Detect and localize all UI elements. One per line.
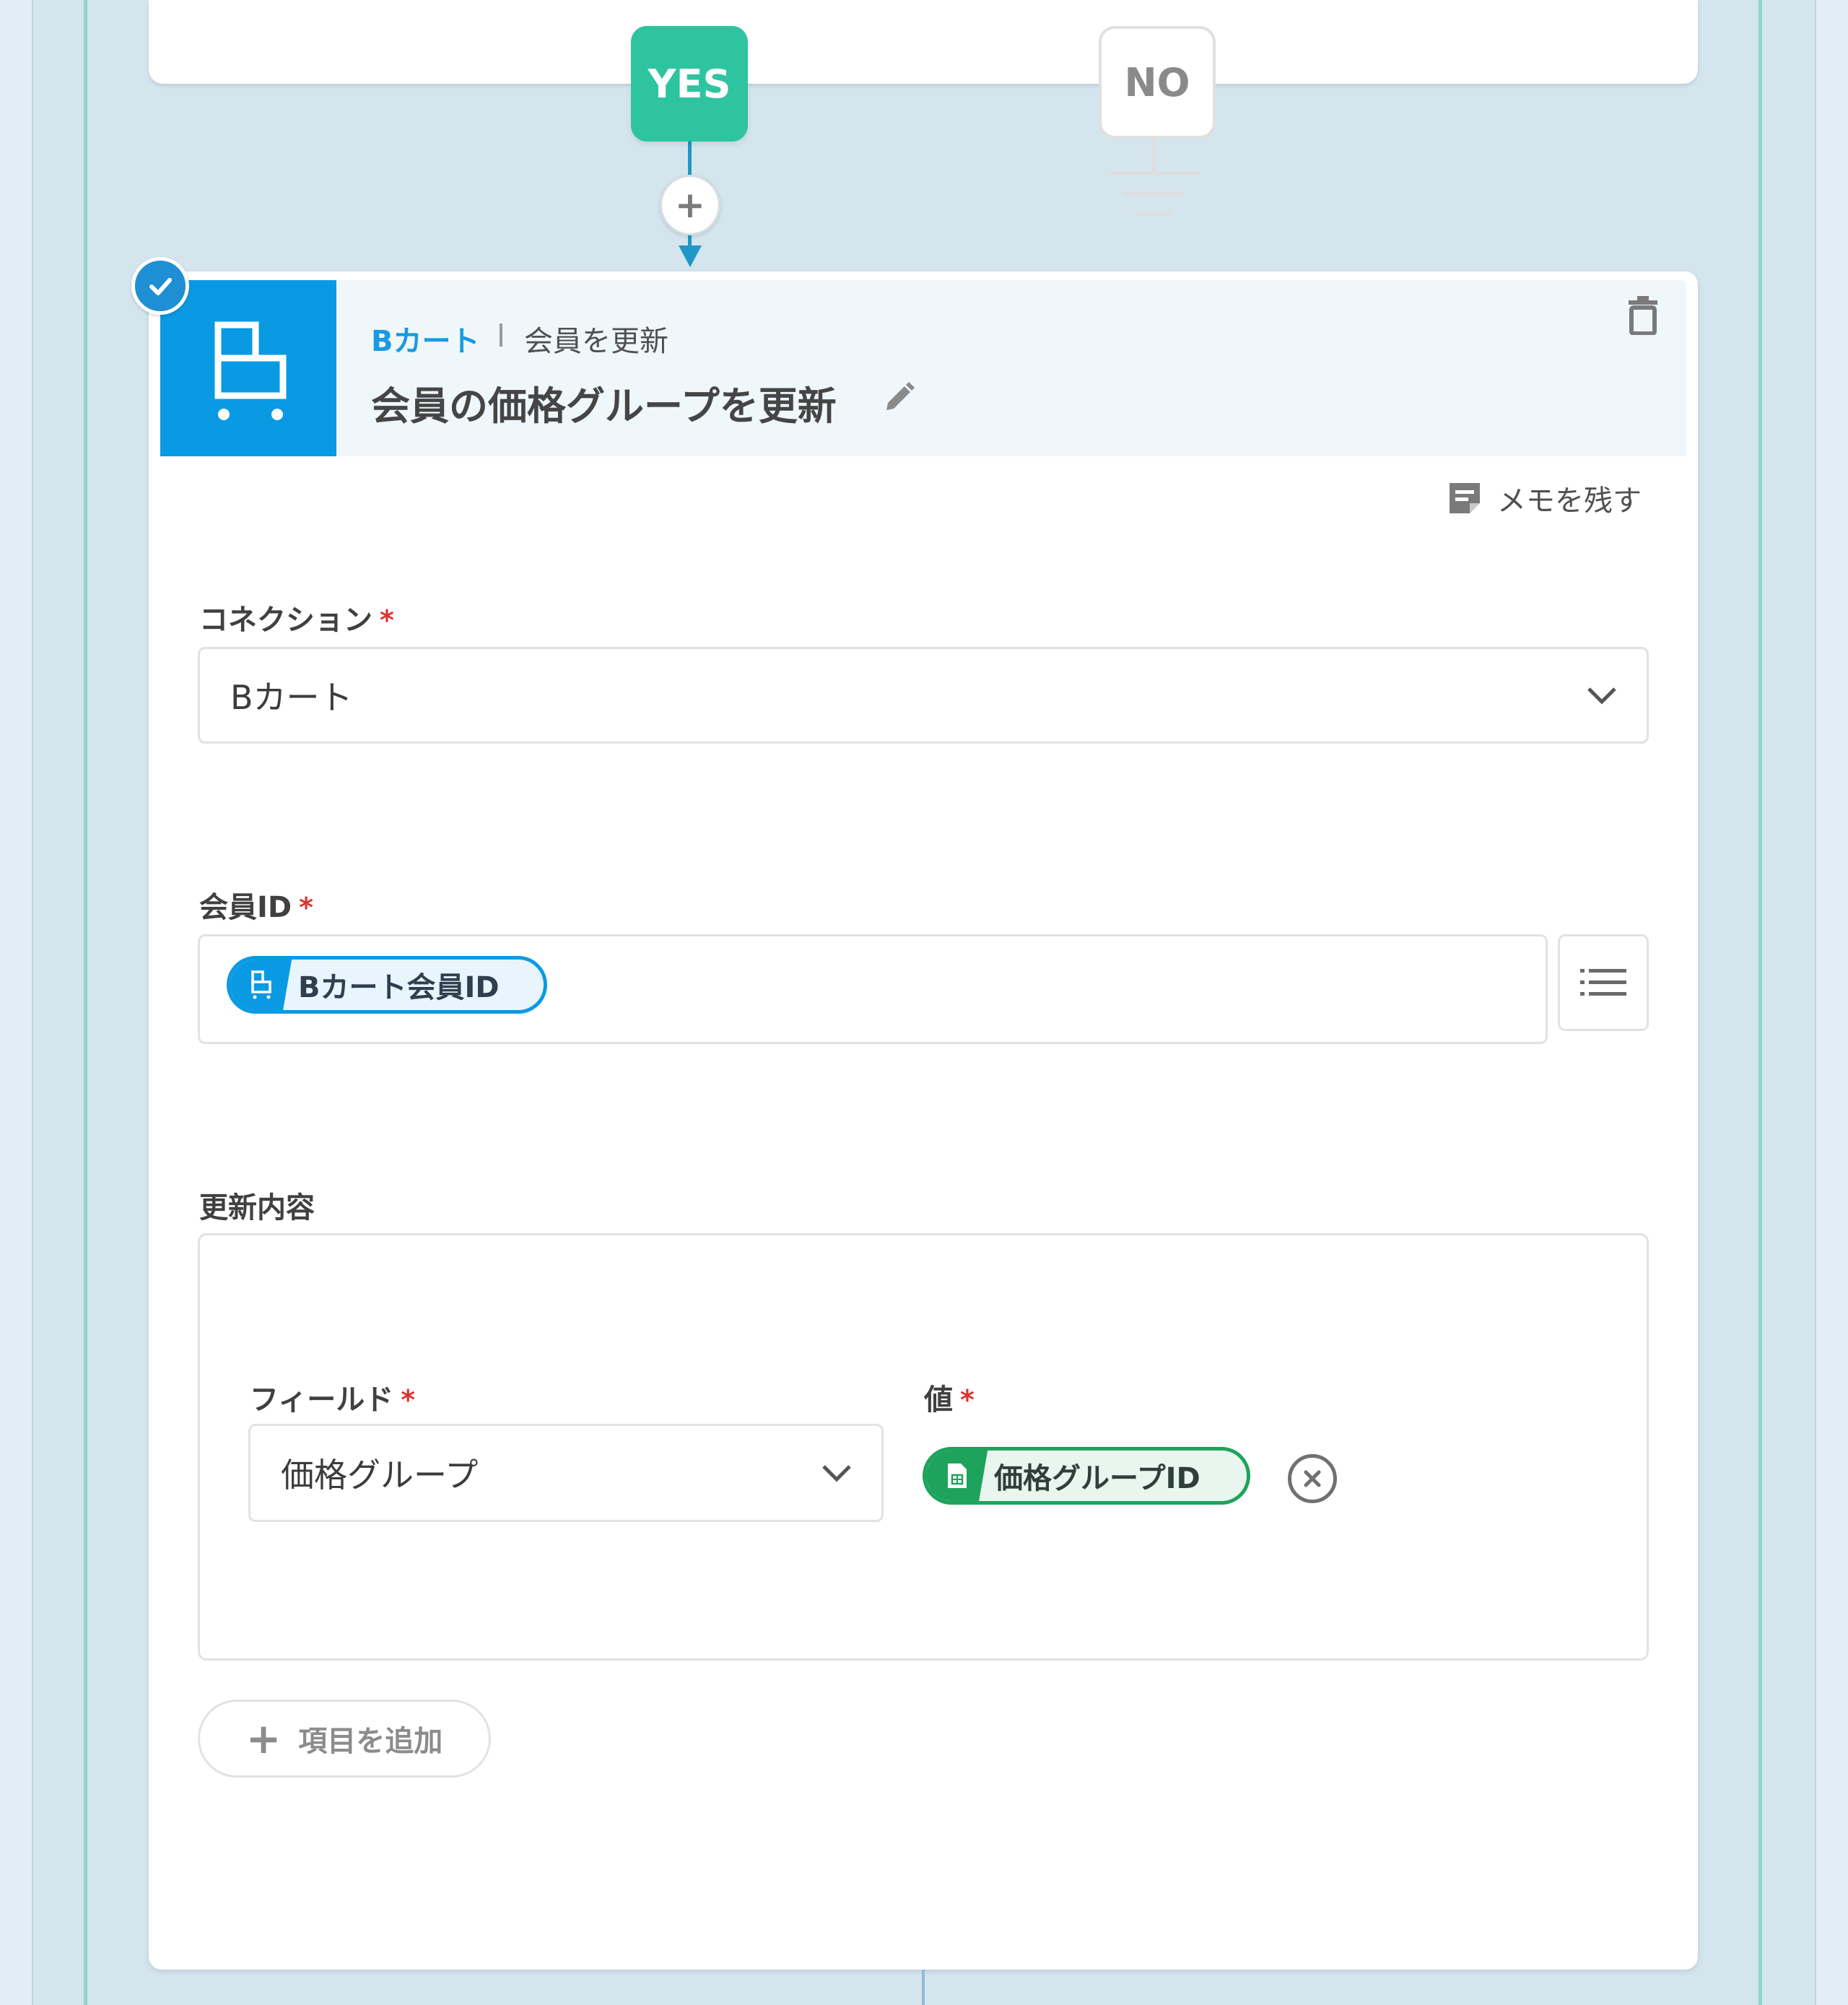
add-item-button[interactable]: + 項目を追加 xyxy=(198,1700,491,1778)
field-label-text: フィールド xyxy=(250,1383,394,1417)
value-pill-label: 価格グループID xyxy=(994,1462,1200,1495)
member-id-variable-pill[interactable]: Bカート会員ID xyxy=(227,956,547,1014)
note-icon xyxy=(1450,483,1480,513)
pencil-icon[interactable] xyxy=(881,380,917,416)
app-name: Bカート xyxy=(371,325,480,358)
required-mark: * xyxy=(380,604,394,636)
add-step-button[interactable]: + xyxy=(660,175,720,235)
update-contents-label: 更新内容 xyxy=(199,1191,315,1225)
action-name: 会員を更新 xyxy=(524,325,668,358)
variable-list-button[interactable] xyxy=(1558,934,1649,1031)
connection-label: コネクション * xyxy=(199,596,394,638)
value-variable-pill[interactable]: 価格グループID xyxy=(923,1447,1250,1505)
chevron-down-icon xyxy=(1587,687,1616,705)
connection-select[interactable]: Bカート xyxy=(198,647,1649,744)
close-icon xyxy=(1304,1470,1321,1487)
memo-label: メモを残す xyxy=(1497,484,1642,518)
check-icon xyxy=(131,257,189,315)
field-label: フィールド * xyxy=(250,1376,415,1418)
required-mark: * xyxy=(960,1384,975,1416)
step-title: 会員の価格グループを更新 xyxy=(371,383,837,429)
connection-value: Bカート xyxy=(230,678,353,717)
header-separator xyxy=(500,323,502,347)
field-select-value: 価格グループ xyxy=(281,1456,479,1495)
next-step-connector xyxy=(922,1970,925,2005)
cart-icon xyxy=(230,960,292,1010)
remove-value-button[interactable] xyxy=(1288,1454,1337,1503)
member-id-pill-label: Bカート会員ID xyxy=(298,971,500,1004)
branch-end-icon xyxy=(1107,139,1200,216)
required-mark: * xyxy=(401,1384,416,1416)
yes-branch-badge[interactable]: YES xyxy=(631,26,748,142)
chevron-down-icon xyxy=(822,1465,851,1482)
list-icon xyxy=(1580,969,1626,996)
member-id-label: 会員ID * xyxy=(199,884,313,926)
plus-icon: + xyxy=(245,1714,282,1763)
required-mark: * xyxy=(299,892,313,923)
value-label: 値 * xyxy=(924,1376,975,1418)
previous-step-card[interactable] xyxy=(149,0,1698,84)
arrow-down-icon xyxy=(679,245,702,267)
add-item-label: 項目を追加 xyxy=(298,1725,443,1758)
no-branch-badge[interactable]: NO xyxy=(1099,26,1216,139)
spreadsheet-icon xyxy=(926,1451,988,1501)
field-select[interactable]: 価格グループ xyxy=(248,1424,884,1522)
connection-label-text: コネクション xyxy=(199,604,372,637)
value-label-text: 値 xyxy=(924,1383,953,1417)
memo-button[interactable]: メモを残す xyxy=(1447,477,1642,520)
member-id-label-text: 会員ID xyxy=(199,891,292,924)
branch-rail-right xyxy=(1758,0,1762,2005)
cart-icon xyxy=(160,280,336,456)
trash-icon[interactable] xyxy=(1627,295,1659,335)
branch-rail-left xyxy=(84,0,87,2005)
